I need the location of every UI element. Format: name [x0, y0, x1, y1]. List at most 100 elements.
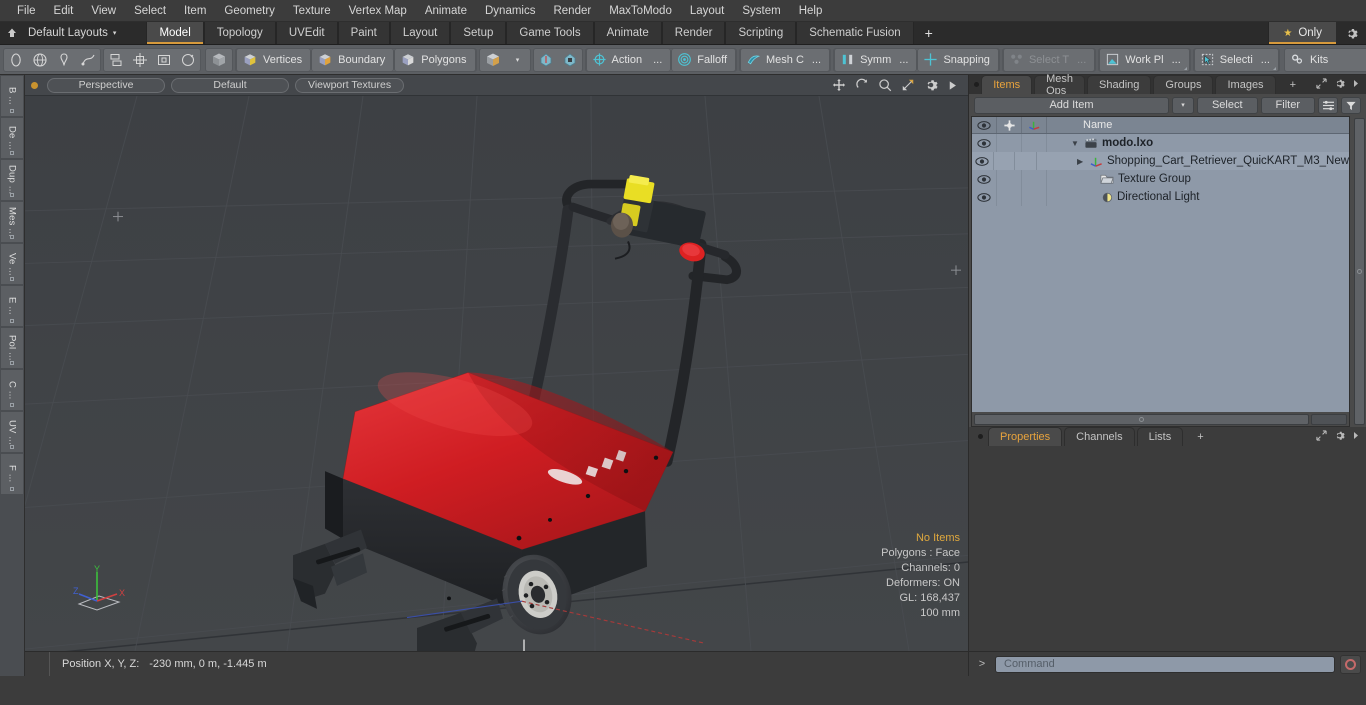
expand-icon[interactable]	[1316, 429, 1327, 444]
menu-item-edit[interactable]: Edit	[45, 3, 83, 19]
mesh-constraint-button[interactable]: Mesh C ...	[740, 47, 831, 72]
item-tree-row-name-cell[interactable]: ▶ Shopping_Cart_Retriever_QuicKART_M3_New	[1037, 155, 1349, 168]
zoom-icon[interactable]	[878, 78, 892, 92]
gear-icon[interactable]	[1336, 22, 1366, 44]
row-lock-toggle[interactable]	[994, 152, 1016, 170]
item-tree-row[interactable]: ▼ modo.lxo	[972, 134, 1349, 152]
selection-set-button[interactable]: Selecti ...	[1193, 47, 1279, 72]
column-lock[interactable]	[997, 117, 1022, 133]
layout-tab-animate[interactable]: Animate	[593, 22, 662, 44]
selection-mode-boundary[interactable]: Boundary	[311, 47, 395, 72]
layout-selector[interactable]: Default Layouts ▾	[24, 22, 126, 44]
row-visibility-toggle[interactable]	[972, 188, 997, 206]
tab-lists[interactable]: Lists	[1136, 427, 1184, 446]
properties-panel-body[interactable]	[969, 446, 1366, 651]
menu-item-view[interactable]: View	[82, 3, 125, 19]
column-transform[interactable]	[1022, 117, 1047, 133]
viewport-projection-selector[interactable]: Perspective	[47, 77, 165, 93]
item-tree-vscrollbar[interactable]	[1352, 116, 1366, 427]
menu-item-item[interactable]: Item	[175, 3, 215, 19]
left-rail-item-9[interactable]: F ...	[0, 453, 24, 495]
properties-active-dot[interactable]	[972, 427, 988, 446]
snap-b-icon[interactable]	[558, 49, 582, 71]
curve-icon[interactable]	[76, 49, 100, 71]
element-cube-icon[interactable]	[480, 49, 506, 71]
item-tree-hscrollbar[interactable]	[972, 412, 1349, 426]
selection-mode-polygons[interactable]: Polygons	[394, 47, 476, 72]
item-tree-row-name-cell[interactable]: Directional Light	[1047, 191, 1349, 204]
item-tree-body[interactable]: ▼ modo.lxo ▶ Shopping_Cart_Retriever_QuicKA…	[972, 134, 1349, 412]
item-tree-row[interactable]: Directional Light	[972, 188, 1349, 206]
left-rail-item-4[interactable]: Ve ...	[0, 243, 24, 285]
row-twisty-icon[interactable]: ▶	[1077, 157, 1086, 166]
move-icon[interactable]	[832, 78, 846, 92]
tab-groups[interactable]: Groups	[1153, 75, 1214, 94]
work-plane-button[interactable]: Work Pl ...	[1099, 47, 1190, 72]
symmetry-button[interactable]: Symm ...	[834, 47, 918, 72]
layout-tab-schematic-fusion[interactable]: Schematic Fusion	[796, 22, 914, 44]
menu-item-layout[interactable]: Layout	[681, 3, 734, 19]
tab-channels[interactable]: Channels	[1064, 427, 1135, 446]
tab-properties[interactable]: Properties	[988, 427, 1063, 446]
layout-tab-topology[interactable]: Topology	[203, 22, 276, 44]
row-transform-toggle[interactable]	[1022, 170, 1047, 188]
tab-add[interactable]: +	[1185, 427, 1215, 446]
row-lock-toggle[interactable]	[997, 134, 1022, 152]
element-mode-caret[interactable]: ▾	[506, 49, 530, 71]
add-item-button[interactable]: Add Item	[974, 96, 1169, 114]
falloff-button[interactable]: Falloff	[671, 47, 737, 72]
active-viewport-dot[interactable]	[31, 81, 38, 89]
filter-button[interactable]: Filter	[1260, 96, 1315, 114]
only-toggle-button[interactable]: ★ Only	[1268, 22, 1336, 44]
kits-button[interactable]: Kits	[1283, 47, 1366, 72]
row-visibility-toggle[interactable]	[972, 152, 994, 170]
rotate-icon[interactable]	[855, 78, 869, 92]
left-rail-item-5[interactable]: E ...	[0, 285, 24, 327]
item-tree[interactable]: Name ▼ modo.lxo ▶ Shopping_Cart_Retriever_Q…	[971, 116, 1350, 427]
ellipse-icon[interactable]	[4, 49, 28, 71]
home-icon[interactable]	[0, 22, 24, 44]
selection-mode-vertices[interactable]: Vertices	[236, 47, 312, 72]
tab-add[interactable]: +	[1278, 75, 1308, 94]
column-visibility[interactable]	[972, 117, 997, 133]
viewport-textures-selector[interactable]: Viewport Textures	[295, 77, 405, 93]
item-tree-row[interactable]: ▶ Shopping_Cart_Retriever_QuicKART_M3_New	[972, 152, 1349, 170]
tab-mesh-ops[interactable]: Mesh Ops	[1034, 73, 1086, 97]
left-rail-item-7[interactable]: C ...	[0, 369, 24, 411]
add-layout-tab-button[interactable]: +	[914, 22, 944, 44]
row-transform-toggle[interactable]	[1022, 188, 1047, 206]
list-config-icon[interactable]	[1318, 96, 1338, 114]
layout-tab-setup[interactable]: Setup	[450, 22, 507, 44]
layout-tab-model[interactable]: Model	[146, 22, 204, 44]
menu-item-file[interactable]: File	[8, 3, 45, 19]
pane-active-dot[interactable]	[972, 75, 981, 94]
select-through-button[interactable]: Select T ...	[1002, 47, 1096, 72]
item-tree-row-name-cell[interactable]: Texture Group	[1047, 173, 1349, 185]
gear-icon[interactable]	[1334, 430, 1345, 444]
menu-item-maxtomodo[interactable]: MaxToModo	[600, 3, 681, 19]
layout-tab-paint[interactable]: Paint	[337, 22, 390, 44]
left-rail-item-3[interactable]: Mes ...	[0, 201, 24, 243]
globe-icon[interactable]	[28, 49, 52, 71]
row-visibility-toggle[interactable]	[972, 170, 997, 188]
snap-a-icon[interactable]	[534, 49, 558, 71]
add-item-dropdown[interactable]: ▾	[1171, 96, 1194, 114]
item-tree-row-name-cell[interactable]: ▼ modo.lxo	[1047, 137, 1349, 149]
vscroll-thumb[interactable]	[1353, 118, 1365, 425]
row-lock-toggle[interactable]	[997, 188, 1022, 206]
menu-item-animate[interactable]: Animate	[416, 3, 476, 19]
layout-tab-layout[interactable]: Layout	[389, 22, 451, 44]
left-rail-item-6[interactable]: Pol ...	[0, 327, 24, 369]
row-visibility-toggle[interactable]	[972, 134, 997, 152]
tab-images[interactable]: Images	[1215, 75, 1276, 94]
play-icon[interactable]	[947, 80, 958, 91]
viewport-3d[interactable]: Y X Z No Items Polygons : Face Channels:…	[25, 96, 968, 651]
chevron-right-icon[interactable]	[1352, 431, 1360, 443]
menu-item-vertex-map[interactable]: Vertex Map	[340, 3, 416, 19]
snapping-button[interactable]: Snapping	[917, 47, 999, 72]
fit-icon[interactable]	[901, 78, 915, 92]
tab-shading[interactable]: Shading	[1087, 75, 1152, 94]
left-rail-item-8[interactable]: UV ...	[0, 411, 24, 453]
left-rail-item-1[interactable]: De ...	[0, 117, 24, 159]
row-transform-toggle[interactable]	[1015, 152, 1037, 170]
